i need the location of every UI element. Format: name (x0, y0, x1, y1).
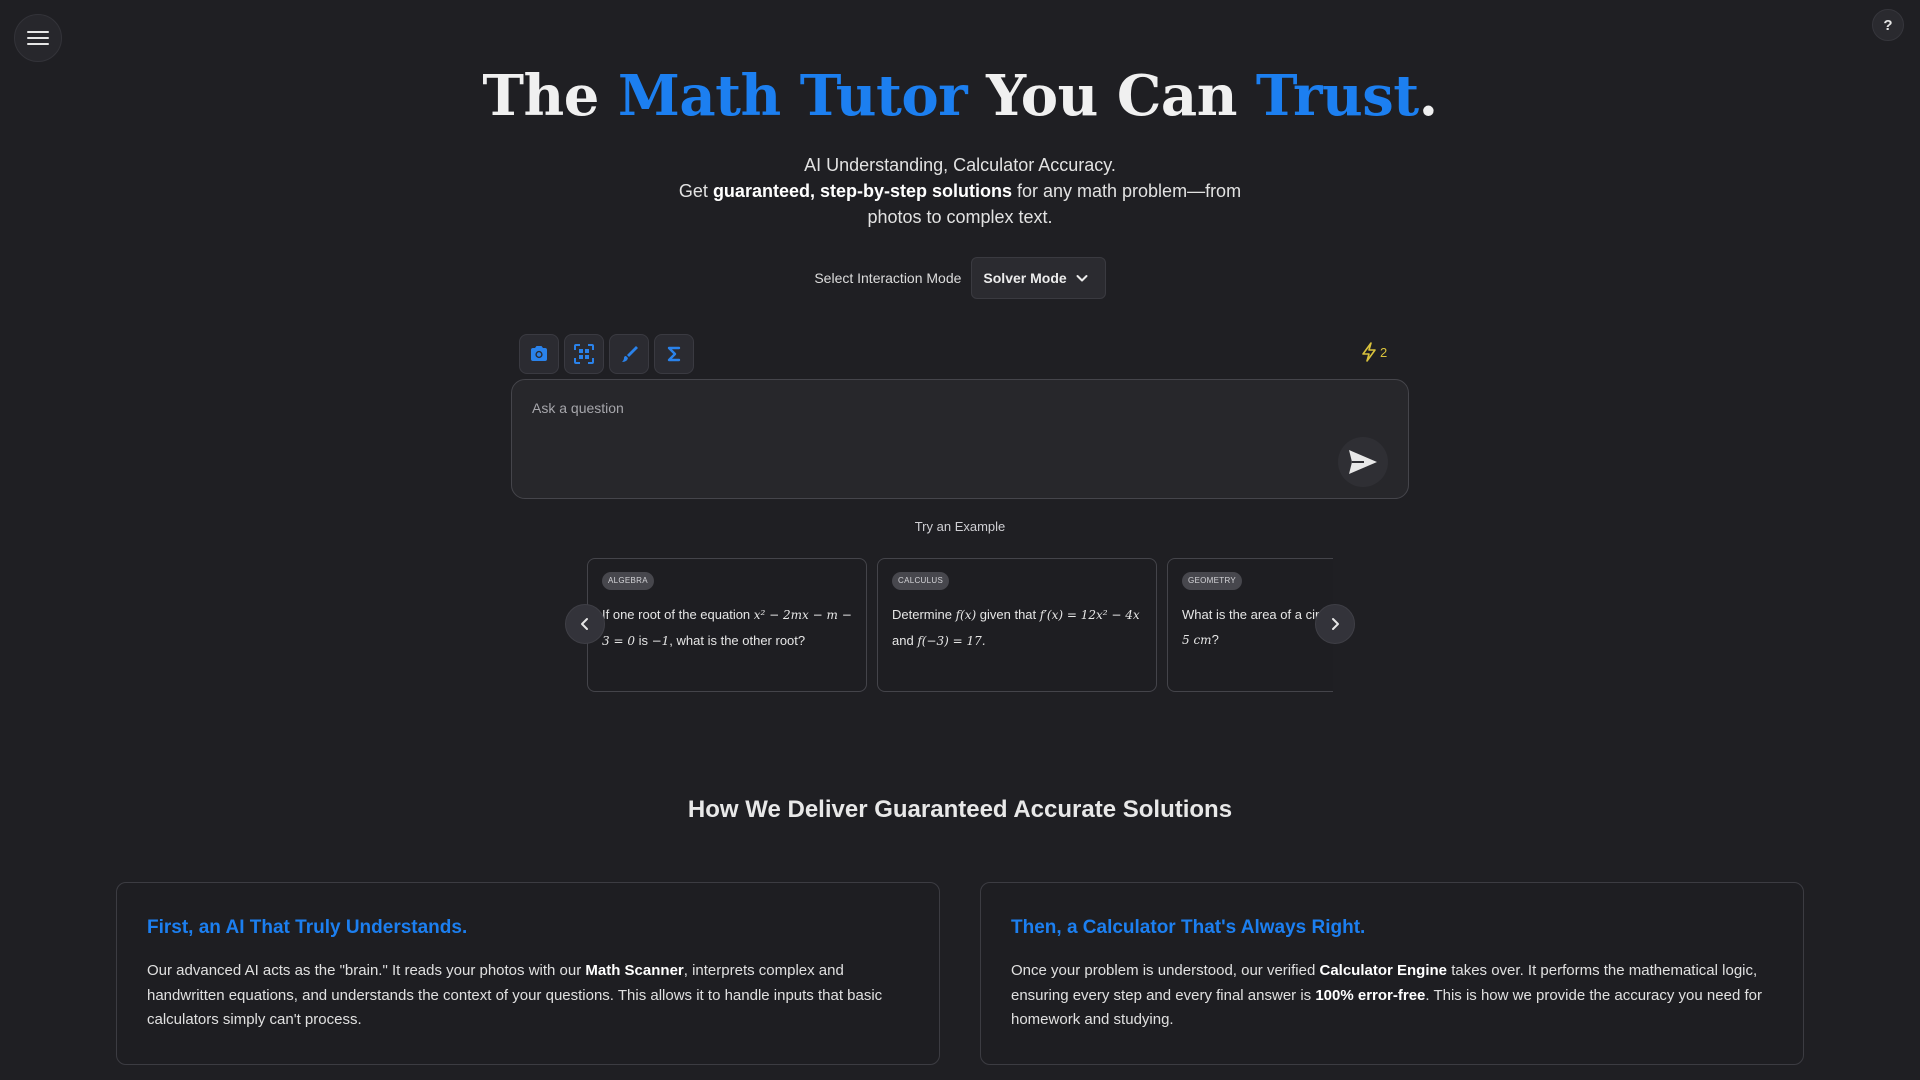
help-button[interactable]: ? (1872, 9, 1904, 41)
feature-text-bold: 100% error-free (1315, 986, 1426, 1004)
card-text-part: and (892, 633, 918, 648)
chevron-left-icon (581, 618, 588, 630)
question-input[interactable] (530, 398, 1330, 458)
send-icon (1349, 450, 1377, 474)
hero-title-accent: Math Tutor (617, 63, 968, 129)
hero-title-part: . (1418, 63, 1439, 129)
camera-icon (531, 346, 547, 361)
chevron-right-icon (1332, 618, 1339, 630)
carousel-prev-button[interactable] (565, 604, 605, 644)
card-math: f(x) (955, 608, 977, 622)
credits-count: 2 (1380, 344, 1388, 360)
scan-icon (574, 344, 594, 364)
interaction-mode-row: Select Interaction Mode Solver Mode (0, 257, 1920, 299)
card-text-part: is (634, 633, 652, 648)
hero-section: The Math Tutor You Can Trust. AI Underst… (0, 58, 1920, 230)
math-symbols-button[interactable] (654, 334, 694, 374)
card-math: f′(x) = 12x² − 4x (1039, 608, 1140, 622)
example-card-algebra[interactable]: ALGEBRA If one root of the equation x² −… (587, 558, 867, 692)
brush-icon (622, 346, 638, 362)
card-text-part: , what is the other root? (669, 633, 806, 648)
hero-title-accent: Trust (1255, 63, 1419, 129)
mode-label: Select Interaction Mode (814, 270, 962, 286)
feature-text-part: Once your problem is understood, our ver… (1011, 962, 1320, 979)
hero-title-part: The (482, 63, 618, 129)
card-text-part: If one root of the equation (602, 607, 754, 622)
hero-title: The Math Tutor You Can Trust. (0, 58, 1920, 134)
example-card-calculus[interactable]: CALCULUS Determine f(x) given that f′(x)… (877, 558, 1157, 692)
card-tag: CALCULUS (892, 572, 950, 590)
feature-title: Then, a Calculator That's Always Right. (1011, 917, 1366, 938)
card-text: What is the area of a circle with a radi… (1182, 602, 1333, 653)
carousel-next-button[interactable] (1315, 604, 1355, 644)
card-text-part: Determine (892, 607, 956, 622)
feature-text-bold: Calculator Engine (1319, 962, 1448, 979)
feature-card-calculator: Then, a Calculator That's Always Right. … (980, 882, 1804, 1065)
feature-title: First, an AI That Truly Understands. (147, 917, 468, 938)
input-tools (519, 334, 694, 374)
card-text: If one root of the equation x² − 2mx − m… (602, 602, 852, 654)
card-math: −1 (651, 634, 670, 648)
example-card-geometry[interactable]: GEOMETRY What is the area of a circle wi… (1167, 558, 1333, 692)
card-text-part: given that (976, 607, 1040, 622)
card-text-part: What is the area of a circle with a radi… (1182, 607, 1333, 622)
card-text-part: ? (1211, 632, 1219, 647)
hamburger-menu-icon (27, 31, 49, 45)
chevron-down-icon (1076, 275, 1088, 282)
credits-indicator: 2 (1360, 342, 1387, 362)
feature-text-part: Our advanced AI acts as the "brain." It … (147, 962, 586, 979)
feature-text: Once your problem is understood, our ver… (1011, 959, 1773, 1033)
card-math: f(−3) = 17. (917, 634, 986, 648)
desc-prefix: Get (678, 181, 713, 201)
menu-button[interactable] (14, 14, 62, 62)
desc-bold: guaranteed, step-by-step solutions (712, 181, 1012, 201)
draw-button[interactable] (609, 334, 649, 374)
question-box (511, 379, 1409, 499)
mode-select[interactable]: Solver Mode (971, 257, 1106, 299)
hero-title-part: You Can (967, 63, 1256, 129)
sigma-icon (667, 346, 681, 362)
scan-button[interactable] (564, 334, 604, 374)
send-button[interactable] (1338, 437, 1388, 487)
example-carousel: ALGEBRA If one root of the equation x² −… (587, 558, 1333, 693)
card-tag: GEOMETRY (1182, 572, 1243, 590)
try-example-label: Try an Example (914, 519, 1006, 534)
card-math: 5 cm (1182, 633, 1212, 647)
section-title: How We Deliver Guaranteed Accurate Solut… (687, 796, 1233, 823)
lightning-icon (1362, 342, 1376, 362)
hero-description: Get guaranteed, step-by-step solutions f… (650, 178, 1270, 230)
feature-card-ai: First, an AI That Truly Understands. Our… (116, 882, 940, 1065)
card-tag: ALGEBRA (602, 572, 654, 590)
hero-subtitle: AI Understanding, Calculator Accuracy. (804, 155, 1116, 175)
feature-text: Our advanced AI acts as the "brain." It … (147, 959, 909, 1033)
feature-text-bold: Math Scanner (585, 962, 684, 979)
camera-button[interactable] (519, 334, 559, 374)
card-text: Determine f(x) given that f′(x) = 12x² −… (892, 602, 1142, 654)
mode-selected-value: Solver Mode (983, 270, 1067, 286)
